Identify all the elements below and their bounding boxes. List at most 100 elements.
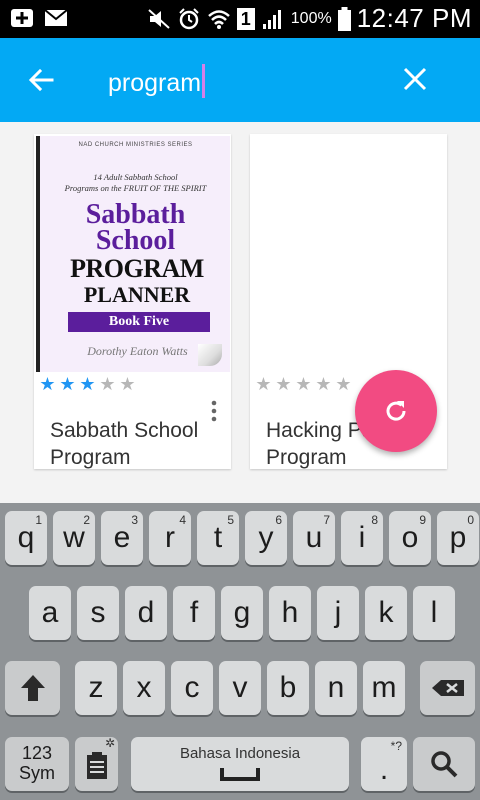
shift-icon [21, 675, 45, 701]
rating-stars: ★ ★ ★ ★ ★ [254, 374, 353, 394]
add-box-icon [11, 9, 33, 27]
key-hint: 1 [35, 513, 42, 527]
star-filled-icon: ★ [59, 374, 76, 394]
key-m[interactable]: m [363, 661, 405, 715]
cover-title-line: School [95, 225, 176, 256]
key-a[interactable]: a [29, 586, 71, 640]
key-hint: 9 [419, 513, 426, 527]
key-hint: 4 [179, 513, 186, 527]
key-i[interactable]: i8 [341, 511, 383, 565]
clipboard-key[interactable]: ✲ [75, 736, 118, 791]
key-label: b [279, 671, 297, 704]
arrow-left-icon[interactable] [26, 64, 58, 96]
cover-book-label: Book Five [68, 312, 210, 332]
key-f[interactable]: f [173, 586, 215, 640]
period-key-hint: *? [390, 739, 402, 753]
key-label: f [189, 596, 199, 629]
key-label: k [378, 596, 394, 629]
key-p[interactable]: p0 [437, 511, 479, 565]
key-s[interactable]: s [77, 586, 119, 640]
cover-title-line: PLANNER [83, 282, 191, 307]
star-empty-icon: ★ [315, 374, 332, 394]
search-input[interactable]: program [108, 64, 206, 98]
key-hint: 0 [467, 513, 474, 527]
wifi-icon [207, 9, 230, 29]
rating-stars: ★ ★ ★ ★ ★ [38, 374, 137, 394]
period-key-label: . [379, 753, 389, 786]
space-bar-icon [220, 768, 260, 781]
key-j[interactable]: j [317, 586, 359, 640]
battery-percent: 100% [290, 9, 332, 27]
space-key[interactable]: Bahasa Indonesia [131, 737, 349, 791]
key-label: d [137, 596, 155, 629]
key-n[interactable]: n [315, 661, 357, 715]
key-o[interactable]: o9 [389, 511, 431, 565]
star-filled-icon: ★ [79, 374, 96, 394]
star-filled-icon: ★ [39, 374, 56, 394]
key-k[interactable]: k [365, 586, 407, 640]
refresh-button[interactable] [355, 370, 437, 452]
key-label: h [281, 596, 299, 629]
period-key[interactable]: . *? [361, 737, 407, 791]
search-query-text: program [108, 69, 202, 97]
symbols-key[interactable]: 123 Sym [5, 737, 69, 791]
backspace-icon [432, 680, 464, 696]
key-label: g [233, 596, 251, 629]
key-label: j [334, 596, 342, 629]
key-h[interactable]: h [269, 586, 311, 640]
cover-title-line: PROGRAM [70, 254, 204, 283]
result-card[interactable]: NAD CHURCH MINISTRIES SERIES 14 Adult Sa… [34, 134, 231, 469]
key-label: a [41, 596, 59, 629]
key-y[interactable]: y6 [245, 511, 287, 565]
star-empty-icon: ★ [255, 374, 272, 394]
key-e[interactable]: e3 [101, 511, 143, 565]
key-hint: 5 [227, 513, 234, 527]
key-hint: 8 [371, 513, 378, 527]
key-q[interactable]: q1 [5, 511, 47, 565]
key-w[interactable]: w2 [53, 511, 95, 565]
cover-series: NAD CHURCH MINISTRIES SERIES [78, 142, 193, 148]
refresh-icon [386, 401, 406, 421]
key-label: s [90, 596, 106, 629]
key-r[interactable]: r4 [149, 511, 191, 565]
cover-subtitle: 14 Adult Sabbath School [93, 172, 178, 182]
star-empty-icon: ★ [295, 374, 312, 394]
close-icon[interactable] [402, 66, 428, 92]
status-bar: 1 100% 12:47 PM [0, 0, 480, 38]
key-d[interactable]: d [125, 586, 167, 640]
key-label: l [430, 596, 438, 629]
key-hint: 3 [131, 513, 138, 527]
key-t[interactable]: t5 [197, 511, 239, 565]
search-key[interactable] [413, 737, 475, 791]
key-b[interactable]: b [267, 661, 309, 715]
backspace-key[interactable] [420, 661, 475, 715]
email-icon [44, 9, 68, 26]
space-key-label: Bahasa Indonesia [179, 745, 301, 762]
page-curl [198, 344, 222, 366]
key-g[interactable]: g [221, 586, 263, 640]
settings-hint-icon: ✲ [104, 736, 115, 750]
clipboard-icon [87, 752, 107, 779]
star-empty-icon: ★ [275, 374, 292, 394]
star-empty-icon: ★ [335, 374, 352, 394]
key-x[interactable]: x [123, 661, 165, 715]
soft-keyboard: 123 Sym ✲ Bahasa Indonesia . *? q1w2e3r4… [0, 503, 480, 800]
text-cursor [202, 64, 206, 98]
key-hint: 7 [323, 513, 330, 527]
result-title: Sabbath School Program [50, 419, 199, 469]
key-c[interactable]: c [171, 661, 213, 715]
shift-key[interactable] [5, 661, 60, 715]
key-v[interactable]: v [219, 661, 261, 715]
clock: 12:47 PM [356, 3, 472, 33]
key-u[interactable]: u7 [293, 511, 335, 565]
alarm-icon [179, 7, 199, 29]
key-z[interactable]: z [75, 661, 117, 715]
cover-subtitle-2: Programs on the FRUIT OF THE SPIRIT [64, 183, 207, 193]
key-hint: 6 [275, 513, 282, 527]
key-label: m [371, 671, 397, 704]
key-l[interactable]: l [413, 586, 455, 640]
key-label: v [232, 671, 248, 704]
key-hint: 2 [83, 513, 90, 527]
star-empty-icon: ★ [99, 374, 116, 394]
star-empty-icon: ★ [119, 374, 136, 394]
